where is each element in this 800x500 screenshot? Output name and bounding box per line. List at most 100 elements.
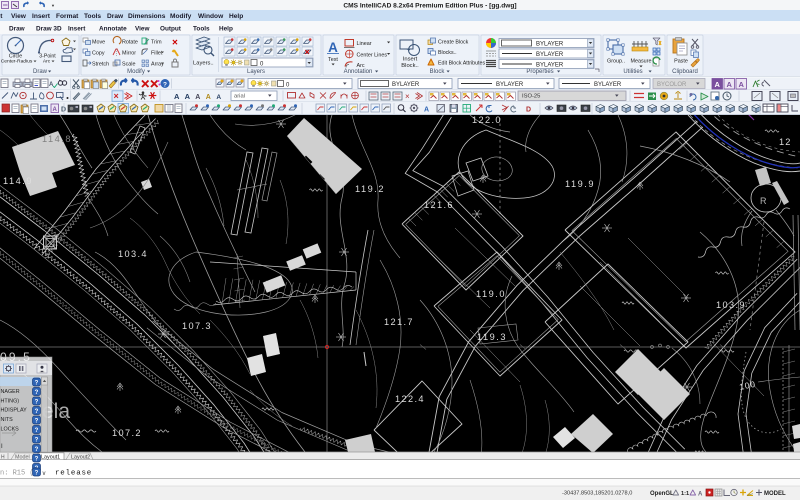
svg-text:Tools: Tools bbox=[84, 13, 101, 20]
svg-text:LOCKS: LOCKS bbox=[1, 426, 20, 432]
svg-text:Help: Help bbox=[229, 13, 243, 20]
svg-text:?: ? bbox=[35, 399, 39, 405]
svg-text:A: A bbox=[726, 80, 732, 89]
svg-text:Block: Block bbox=[430, 69, 446, 75]
svg-text:Utilities: Utilities bbox=[623, 69, 642, 75]
svg-text:121.6: 121.6 bbox=[424, 200, 453, 210]
svg-text:Rotate: Rotate bbox=[122, 40, 138, 46]
svg-text:119.0: 119.0 bbox=[476, 289, 505, 299]
svg-text:D: D bbox=[526, 107, 531, 114]
svg-text:Text: Text bbox=[328, 57, 338, 63]
svg-text:Mirror: Mirror bbox=[122, 51, 136, 57]
svg-text:?: ? bbox=[35, 437, 39, 443]
svg-text:ISO-25: ISO-25 bbox=[522, 94, 540, 100]
svg-text:Annotation: Annotation bbox=[344, 69, 373, 75]
svg-text:107.3: 107.3 bbox=[182, 321, 211, 331]
svg-text:Center-Radius: Center-Radius bbox=[1, 59, 33, 65]
svg-text:BYCOLOR: BYCOLOR bbox=[657, 82, 687, 88]
svg-text:BYLAYER: BYLAYER bbox=[496, 82, 524, 88]
svg-text:Modify: Modify bbox=[170, 13, 192, 20]
svg-text:Model: Model bbox=[15, 454, 30, 460]
svg-text:Arc: Arc bbox=[43, 59, 51, 65]
svg-text:A: A bbox=[195, 94, 200, 101]
svg-text:107.2: 107.2 bbox=[112, 428, 141, 438]
svg-text:×: × bbox=[172, 38, 178, 49]
svg-text:View: View bbox=[11, 13, 27, 20]
svg-text:Dimensions: Dimensions bbox=[128, 13, 166, 20]
svg-text:A: A bbox=[185, 92, 191, 101]
svg-text:Properties: Properties bbox=[526, 69, 553, 75]
svg-text:Tools: Tools bbox=[193, 26, 210, 33]
svg-text:Layers..: Layers.. bbox=[193, 61, 214, 67]
svg-text:release: release bbox=[55, 470, 92, 478]
svg-text:A: A bbox=[206, 94, 211, 101]
svg-text:Layers: Layers bbox=[247, 69, 265, 75]
svg-text:NITS: NITS bbox=[1, 417, 14, 423]
svg-text:Block..: Block.. bbox=[401, 63, 419, 69]
svg-text:A: A bbox=[328, 40, 338, 55]
svg-text:A: A bbox=[698, 492, 703, 498]
svg-text:Linear: Linear bbox=[357, 41, 372, 47]
svg-text:View: View bbox=[135, 26, 149, 33]
svg-text:103.9: 103.9 bbox=[716, 300, 745, 310]
svg-text:MODEL: MODEL bbox=[764, 491, 786, 497]
svg-text:119.2: 119.2 bbox=[355, 184, 384, 194]
svg-text:Center Lines: Center Lines bbox=[357, 53, 388, 59]
svg-text:1:1: 1:1 bbox=[681, 491, 689, 497]
svg-text:Blocks..: Blocks.. bbox=[438, 50, 457, 56]
svg-text:122.0: 122.0 bbox=[472, 115, 501, 125]
svg-text:Stretch: Stretch bbox=[92, 62, 109, 68]
svg-text:Window: Window bbox=[198, 13, 224, 20]
svg-text:BYLAYER: BYLAYER bbox=[536, 52, 564, 58]
svg-text:?: ? bbox=[35, 447, 39, 453]
svg-text:HDISPLAY: HDISPLAY bbox=[1, 408, 28, 414]
svg-text:114.9: 114.9 bbox=[3, 176, 32, 186]
svg-text:▼: ▼ bbox=[51, 3, 55, 8]
svg-text:Layout1: Layout1 bbox=[41, 454, 60, 460]
svg-text:Insert: Insert bbox=[68, 26, 86, 33]
svg-text:Layout2: Layout2 bbox=[71, 454, 90, 460]
svg-text:Create Block: Create Block bbox=[438, 40, 469, 46]
svg-text:Trim: Trim bbox=[151, 40, 162, 46]
svg-text:A: A bbox=[174, 92, 180, 101]
svg-text:R: R bbox=[760, 196, 767, 206]
svg-text:A: A bbox=[714, 80, 720, 89]
svg-text:Draw: Draw bbox=[33, 69, 48, 75]
svg-text:119.3: 119.3 bbox=[477, 332, 506, 342]
svg-text:?: ? bbox=[35, 409, 39, 415]
svg-text:Insert: Insert bbox=[32, 13, 51, 20]
svg-text:Edit Block Attributes: Edit Block Attributes bbox=[438, 61, 485, 67]
svg-text:?: ? bbox=[163, 82, 167, 89]
svg-text:Paste: Paste bbox=[674, 59, 688, 65]
svg-text:?: ? bbox=[35, 428, 39, 434]
svg-text:Move: Move bbox=[92, 40, 105, 46]
svg-text:?: ? bbox=[35, 456, 39, 462]
svg-text:NAGER: NAGER bbox=[1, 389, 20, 395]
svg-text:?: ? bbox=[35, 418, 39, 424]
svg-text:HTING): HTING) bbox=[1, 398, 20, 404]
svg-text:-30437.8503,185201.0278,0: -30437.8503,185201.0278,0 bbox=[562, 491, 632, 497]
svg-text:Output: Output bbox=[160, 26, 182, 33]
svg-text:103.4: 103.4 bbox=[118, 249, 147, 259]
svg-text:Format: Format bbox=[56, 13, 79, 20]
svg-text:BYLAYER: BYLAYER bbox=[536, 63, 564, 69]
svg-text:Array: Array bbox=[151, 62, 164, 68]
svg-text:v: v bbox=[43, 471, 46, 477]
svg-text:119.9: 119.9 bbox=[565, 179, 594, 189]
svg-text:BYLAYER: BYLAYER bbox=[392, 82, 420, 88]
svg-text:Clipboard: Clipboard bbox=[672, 69, 698, 75]
svg-text:n: R15 (: n: R15 ( bbox=[0, 470, 34, 478]
svg-text:Group..: Group.. bbox=[607, 59, 625, 65]
svg-text:?: ? bbox=[35, 390, 39, 396]
svg-text:A: A bbox=[738, 80, 744, 89]
svg-text:arial: arial bbox=[234, 94, 245, 100]
svg-text:×: × bbox=[114, 91, 119, 101]
svg-text:H: H bbox=[1, 455, 5, 461]
svg-text:A: A bbox=[49, 82, 54, 88]
svg-text:BYLAYER: BYLAYER bbox=[594, 82, 622, 88]
svg-text:D: D bbox=[61, 107, 66, 114]
svg-text:A: A bbox=[216, 94, 221, 101]
svg-text:Copy: Copy bbox=[92, 51, 105, 57]
svg-text:Measure: Measure bbox=[631, 59, 652, 65]
svg-text:Arc: Arc bbox=[357, 63, 365, 69]
